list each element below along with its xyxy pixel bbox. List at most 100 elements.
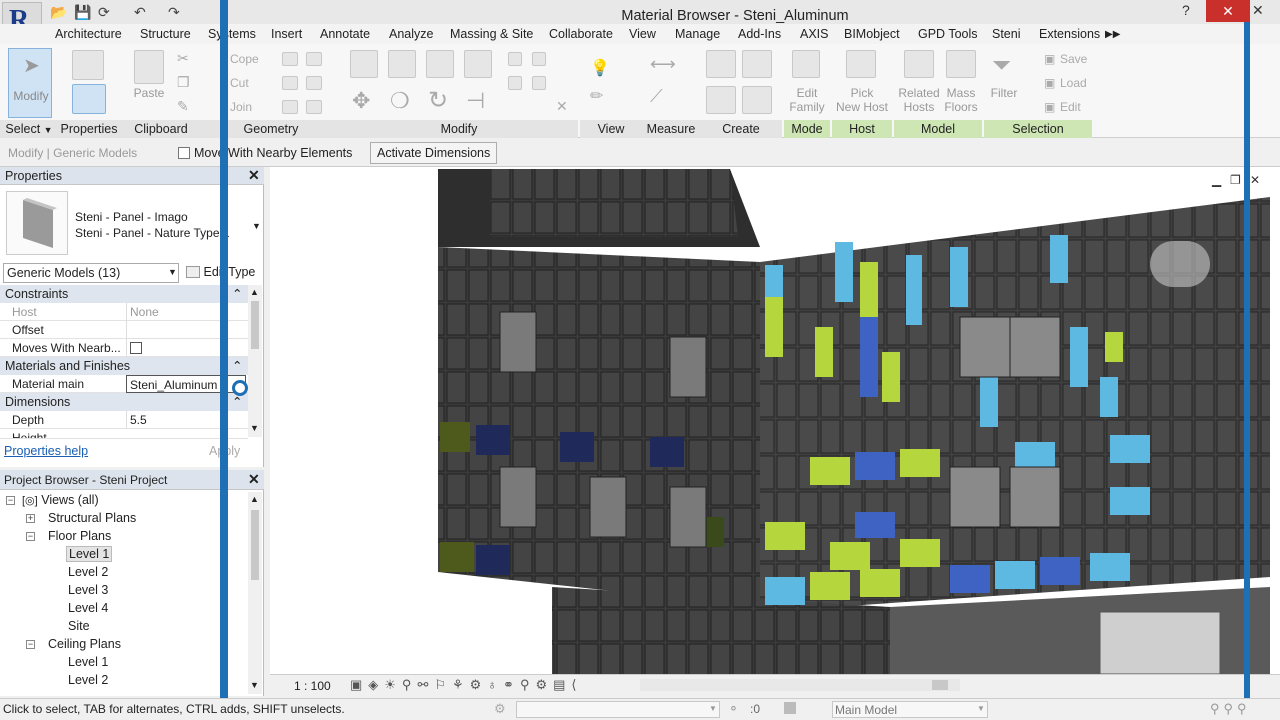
scrollbar-thumb[interactable] [251, 301, 259, 349]
geometry-tool-icon[interactable] [306, 52, 322, 66]
pick-new-host-icon[interactable] [846, 50, 876, 78]
undo-icon[interactable]: ↶ [134, 4, 146, 21]
tree-ceiling-level-1[interactable]: Level 1 [68, 655, 108, 669]
align-icon[interactable] [350, 50, 378, 78]
scroll-up-icon[interactable]: ▲ [250, 494, 259, 504]
type-properties-icon[interactable] [72, 84, 106, 114]
tree-floor-level-2[interactable]: Level 2 [68, 565, 108, 579]
collapse-toggle-icon[interactable]: − [6, 496, 15, 505]
override-graphics-icon[interactable]: ✏ [590, 86, 603, 106]
view-minimize-icon[interactable]: ▁ [1212, 173, 1221, 187]
mass-floors-button[interactable]: Mass Floors [938, 86, 984, 114]
panel-view[interactable]: View [580, 120, 642, 138]
panel-measure[interactable]: Measure [642, 120, 700, 138]
split-icon[interactable] [508, 52, 522, 66]
redo-icon[interactable]: ↷ [168, 4, 180, 21]
paste-icon[interactable] [134, 50, 164, 84]
type-selector-dropdown-icon[interactable]: ▼ [252, 221, 261, 231]
move-with-nearby-checkbox[interactable] [178, 147, 190, 159]
panel-properties[interactable]: Properties [58, 120, 120, 138]
view-scale[interactable]: 1 : 100 [294, 679, 331, 693]
match-properties-icon[interactable]: ✎ [177, 98, 189, 115]
geometry-tool-icon[interactable] [282, 100, 298, 114]
cope-button[interactable]: Cope [230, 52, 259, 66]
save-icon[interactable]: 💾 [74, 4, 91, 21]
drag-handle[interactable] [232, 380, 248, 396]
create-similar-icon[interactable] [742, 86, 772, 114]
worksets-icon[interactable]: ⚙ [494, 701, 506, 717]
family-types-icon[interactable] [72, 50, 104, 80]
editable-only-icon[interactable]: ⚬ [728, 701, 739, 717]
material-main-value[interactable]: Steni_Aluminum [126, 375, 246, 393]
geometry-tool-icon[interactable] [282, 52, 298, 66]
scrollbar-thumb[interactable] [932, 680, 948, 690]
panel-model[interactable]: Model [894, 120, 982, 138]
edit-selection-button[interactable]: Edit [1060, 100, 1081, 114]
aligned-dimension-icon[interactable]: ⟋ [650, 86, 663, 107]
load-selection-button[interactable]: Load [1060, 76, 1087, 90]
panel-clipboard[interactable]: Clipboard [120, 120, 202, 138]
filter-button[interactable]: Filter [986, 86, 1022, 100]
view-close-icon[interactable]: ✕ [1250, 173, 1260, 187]
views-all-node[interactable]: [◎] Views (all) [22, 493, 99, 507]
modify-button[interactable]: ➤ Modify [8, 48, 52, 118]
app-close-icon[interactable]: ✕ [1252, 2, 1264, 19]
scroll-up-icon[interactable]: ▲ [250, 287, 259, 297]
geometry-tool-icon[interactable] [306, 76, 322, 90]
tree-structural-plans[interactable]: Structural Plans [48, 511, 136, 525]
create-assembly-icon[interactable] [706, 50, 736, 78]
tab-architecture[interactable]: Architecture [55, 27, 122, 41]
instance-filter-dropdown[interactable]: Generic Models (13) ▼ [3, 263, 179, 283]
moves-with-nearby-checkbox[interactable] [130, 342, 142, 354]
panel-host[interactable]: Host [832, 120, 892, 138]
move-icon[interactable]: ✥ [352, 88, 370, 114]
mirror-draw-axis-icon[interactable] [464, 50, 492, 78]
group-materials-finishes[interactable]: Materials and Finishes ⌃ [0, 357, 248, 375]
hide-element-icon[interactable]: 💡 [590, 58, 610, 78]
collapse-toggle-icon[interactable]: − [26, 640, 35, 649]
tree-ceiling-plans[interactable]: Ceiling Plans [48, 637, 121, 651]
group-constraints[interactable]: Constraints ⌃ [0, 285, 248, 303]
scroll-down-icon[interactable]: ▼ [250, 680, 259, 690]
tab-structure[interactable]: Structure [140, 27, 191, 41]
geometry-tool-icon[interactable] [306, 100, 322, 114]
cut-geometry-button[interactable]: Cut [230, 76, 249, 90]
panel-mode[interactable]: Mode [784, 120, 830, 138]
panel-selection[interactable]: Selection [984, 120, 1092, 138]
geometry-tool-icon[interactable] [282, 76, 298, 90]
scale-icon[interactable] [508, 76, 522, 90]
scroll-down-icon[interactable]: ▼ [250, 423, 259, 433]
browser-scrollbar[interactable]: ▲ ▼ [248, 492, 262, 694]
tree-floor-level-3[interactable]: Level 3 [68, 583, 108, 597]
offset-value[interactable] [126, 321, 246, 339]
3d-view-canvas[interactable]: ▁ ❐ ✕ [270, 167, 1280, 696]
tree-floor-level-1[interactable]: Level 1 [66, 546, 113, 562]
create-parts-icon[interactable] [742, 50, 772, 78]
related-hosts-button[interactable]: Related Hosts [894, 86, 944, 114]
delete-icon[interactable]: ✕ [556, 98, 568, 115]
open-icon[interactable]: 📂 [50, 4, 67, 21]
active-workset-dropdown[interactable]: ▼ [516, 701, 720, 718]
panel-modify[interactable]: Modify [340, 120, 578, 138]
view-restore-icon[interactable]: ❐ [1230, 173, 1241, 187]
related-hosts-icon[interactable] [904, 50, 934, 78]
close-icon[interactable]: ✕ [248, 167, 260, 184]
mass-floors-icon[interactable] [946, 50, 976, 78]
measure-icon[interactable]: ⟷ [650, 54, 676, 75]
tree-floor-plans[interactable]: Floor Plans [48, 529, 111, 543]
horizontal-scrollbar[interactable] [640, 679, 960, 691]
group-dimensions[interactable]: Dimensions ⌃ [0, 393, 248, 411]
mirror-pick-axis-icon[interactable] [426, 50, 454, 78]
offset-icon[interactable] [388, 50, 416, 78]
design-options-icon[interactable] [784, 702, 796, 714]
load-selection-icon[interactable]: ▣ [1044, 76, 1055, 90]
collapse-toggle-icon[interactable]: − [26, 532, 35, 541]
design-option-dropdown[interactable]: Main Model ▼ [832, 701, 988, 718]
edit-family-icon[interactable] [792, 50, 820, 78]
help-icon[interactable]: ? [1182, 2, 1190, 18]
paste-button-label[interactable]: Paste [126, 86, 172, 100]
expand-toggle-icon[interactable]: + [26, 514, 35, 523]
properties-help-link[interactable]: Properties help [4, 444, 88, 458]
trim-icon[interactable]: ⊣ [466, 88, 485, 114]
edit-family-button[interactable]: Edit Family [784, 86, 830, 114]
